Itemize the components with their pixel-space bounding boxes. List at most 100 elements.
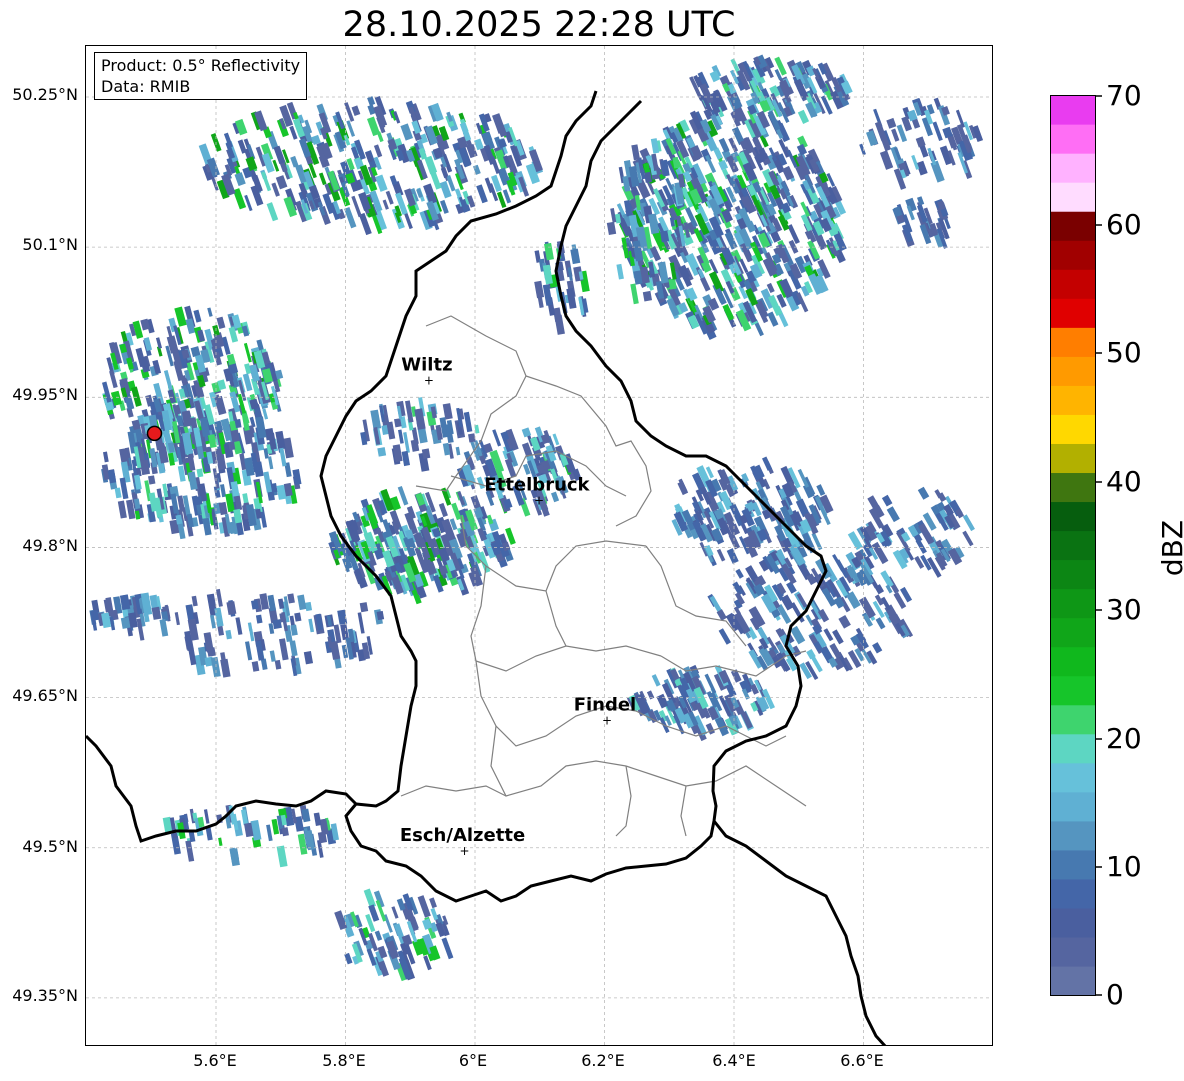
- canton-border-line: [400, 785, 507, 797]
- city-marker: +: [534, 493, 544, 507]
- radar-echo: [289, 640, 298, 657]
- city-label: Esch/Alzette: [400, 825, 525, 846]
- radar-echo: [859, 143, 866, 156]
- radar-echo: [292, 469, 302, 485]
- radar-echo: [881, 494, 893, 507]
- colorbar-tick-label: 10: [1106, 850, 1142, 883]
- radar-echo: [429, 897, 437, 909]
- colorbar-tick-label: 50: [1106, 336, 1142, 369]
- radar-echo: [297, 594, 307, 611]
- radar-echo: [185, 840, 195, 862]
- lon-label: 6.2°E: [581, 1051, 625, 1070]
- radar-echo: [377, 447, 387, 457]
- radar-echo: [382, 199, 389, 210]
- lat-label: 49.8°N: [22, 536, 78, 555]
- colorbar-bin: [1050, 733, 1096, 764]
- radar-echo: [351, 105, 361, 117]
- radar-echo: [187, 471, 198, 491]
- radar-echo: [159, 618, 169, 637]
- radar-echo: [430, 171, 442, 190]
- radar-echo: [748, 606, 766, 628]
- radar-echo: [930, 160, 945, 183]
- radar-echo: [303, 650, 314, 665]
- radar-echo: [220, 658, 231, 678]
- radar-site-marker: [146, 425, 163, 442]
- radar-echo: [476, 184, 488, 204]
- radar-echo: [269, 650, 276, 662]
- radar-map[interactable]: + Wiltz + Ettelbruck + Findel + Esch/Alzette Pr…: [85, 45, 993, 1046]
- radar-echo: [631, 144, 641, 161]
- radar-echo: [374, 930, 383, 941]
- radar-echo: [272, 619, 282, 630]
- radar-echo: [267, 456, 274, 470]
- lat-label: 49.5°N: [22, 837, 78, 856]
- radar-echo: [708, 258, 719, 275]
- colorbar-bin: [1050, 588, 1096, 619]
- radar-echo: [758, 310, 769, 324]
- radar-echo: [249, 629, 255, 642]
- radar-echo: [203, 809, 210, 824]
- colorbar-bin: [1050, 153, 1096, 183]
- radar-echo: [174, 612, 180, 626]
- radar-echo: [210, 614, 216, 629]
- radar-echo: [726, 548, 739, 564]
- radar-echo: [308, 618, 315, 633]
- radar-echo: [875, 617, 886, 630]
- colorbar-bin: [1050, 849, 1096, 880]
- radar-echo: [266, 202, 279, 222]
- lat-label: 49.95°N: [12, 385, 78, 404]
- canton-border-line: [490, 725, 627, 797]
- radar-echo: [193, 309, 202, 323]
- radar-echo: [155, 337, 163, 349]
- radar-echo: [832, 629, 844, 645]
- radar-echo: [441, 937, 454, 960]
- radar-echo: [816, 484, 826, 496]
- radar-echo: [243, 342, 252, 363]
- colorbar-bin: [1050, 327, 1096, 357]
- colorbar-ticks: [1096, 95, 1102, 996]
- colorbar-bin: [1050, 907, 1096, 938]
- radar-echo: [262, 408, 269, 420]
- radar-echo: [357, 612, 365, 634]
- colorbar-tick-label: 60: [1106, 208, 1142, 241]
- radar-echo: [294, 612, 302, 622]
- radar-echo: [735, 568, 744, 579]
- radar-echo: [389, 175, 398, 186]
- radar-echo: [219, 484, 227, 498]
- radar-echo: [891, 128, 900, 142]
- radar-echo: [630, 283, 639, 305]
- radar-echo: [718, 628, 732, 645]
- radar-echo: [114, 487, 122, 499]
- colorbar-tick-label: 0: [1106, 978, 1124, 1011]
- city-marker: +: [602, 714, 612, 728]
- lon-label: 5.8°E: [322, 1051, 366, 1070]
- radar-echo: [367, 96, 376, 106]
- radar-echo: [455, 446, 461, 456]
- radar-echo: [872, 642, 883, 654]
- radar-echo: [537, 296, 544, 309]
- radar-echo: [911, 154, 920, 170]
- radar-echo: [340, 623, 349, 641]
- radar-site: [146, 425, 163, 442]
- radar-echo: [281, 827, 289, 837]
- radar-echo: [318, 172, 327, 186]
- product-label: Product: 0.5° Reflectivity: [101, 56, 301, 75]
- colorbar-tick-label: 30: [1106, 593, 1142, 626]
- radar-echo: [651, 674, 661, 687]
- radar-echo: [398, 429, 404, 444]
- data-source-label: Data: RMIB: [101, 77, 191, 96]
- radar-echo: [886, 506, 900, 523]
- radar-echo: [570, 248, 581, 265]
- colorbar-bin: [1050, 530, 1096, 561]
- lat-label: 50.25°N: [12, 85, 78, 104]
- belgium-france-border: [86, 734, 358, 843]
- radar-echo: [430, 907, 439, 921]
- radar-echo: [438, 502, 448, 518]
- radar-echo: [400, 123, 414, 141]
- radar-echo: [468, 433, 476, 443]
- germany-france-border: [712, 820, 887, 1045]
- radar-echo: [370, 409, 382, 430]
- radar-echo: [728, 137, 739, 153]
- radar-echo: [718, 137, 730, 153]
- radar-echo: [440, 199, 449, 214]
